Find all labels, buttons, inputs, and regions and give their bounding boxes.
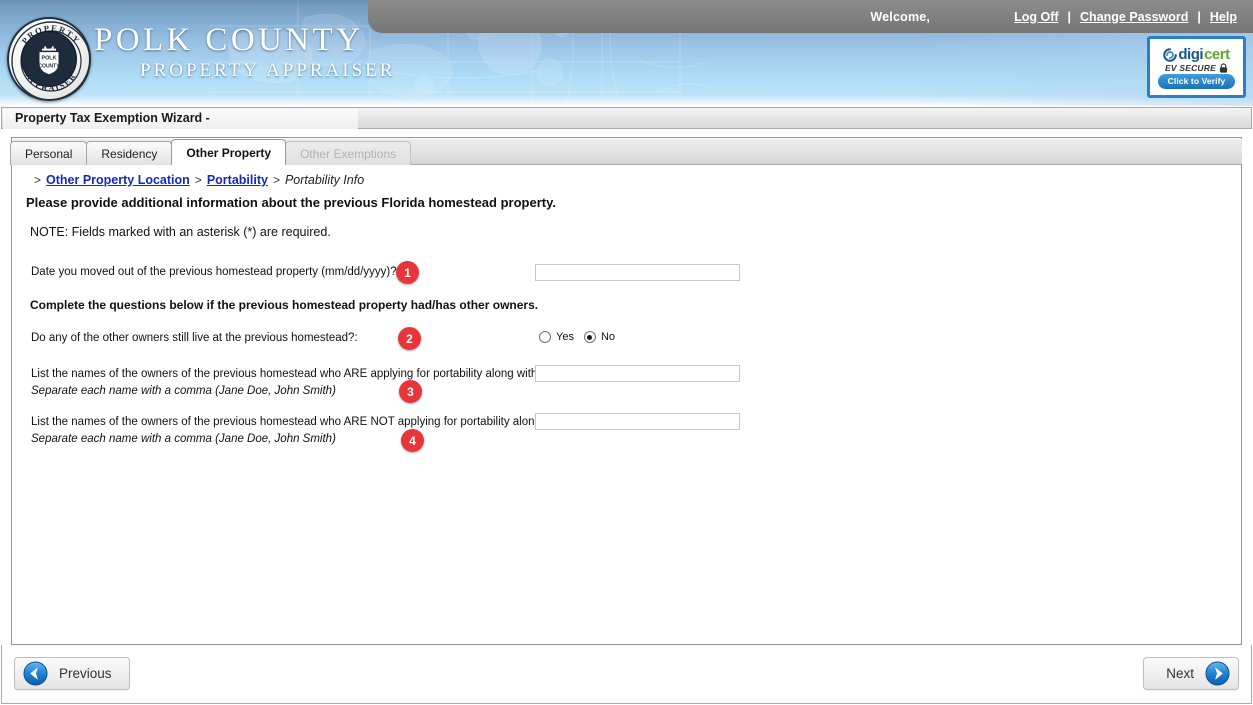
annotation-badge-4: 4 bbox=[401, 429, 424, 452]
tab-other-exemptions: Other Exemptions bbox=[285, 141, 412, 165]
breadcrumb-other-property-location[interactable]: Other Property Location bbox=[46, 173, 190, 187]
move-out-date-input[interactable] bbox=[535, 264, 740, 281]
annotation-badge-1: 1 bbox=[396, 261, 419, 284]
link-separator-1: | bbox=[1067, 9, 1072, 24]
digicert-seal-badge[interactable]: digi cert EV SECURE Click to Verify bbox=[1147, 36, 1246, 98]
svg-text:COUNTY: COUNTY bbox=[38, 64, 60, 70]
owners-applying-hint: Separate each name with a comma (Jane Do… bbox=[31, 385, 336, 397]
wizard-tabs: Personal Residency Other Property Other … bbox=[10, 139, 412, 165]
owners-not-applying-hint: Separate each name with a comma (Jane Do… bbox=[31, 433, 336, 445]
radio-no-label: No bbox=[600, 331, 616, 343]
welcome-text: Welcome, bbox=[870, 9, 931, 24]
digicert-word-cert: cert bbox=[1204, 46, 1230, 63]
required-fields-note: NOTE: Fields marked with an asterisk (*)… bbox=[30, 225, 331, 239]
annotation-badge-3: 3 bbox=[399, 380, 422, 403]
move-out-date-label: Date you moved out of the previous homes… bbox=[31, 266, 408, 278]
breadcrumb-caret-3: > bbox=[272, 173, 280, 187]
top-utility-bar: Welcome, Log Off | Change Password | Hel… bbox=[368, 0, 1253, 33]
owners-not-applying-label: List the names of the owners of the prev… bbox=[31, 416, 590, 428]
brand-wordmark: POLK COUNTY PROPERTY APPRAISER bbox=[94, 21, 395, 83]
lead-instruction: Please provide additional information ab… bbox=[26, 195, 556, 210]
link-separator-2: | bbox=[1197, 9, 1201, 24]
annotation-badge-2: 2 bbox=[398, 327, 421, 350]
digicert-swirl-icon bbox=[1163, 47, 1178, 62]
owners-still-live-yes-option[interactable]: Yes bbox=[539, 331, 574, 343]
breadcrumb-portability[interactable]: Portability bbox=[207, 173, 268, 187]
digicert-verify-button[interactable]: Click to Verify bbox=[1157, 74, 1236, 89]
radio-yes-label: Yes bbox=[556, 331, 574, 343]
arrow-right-circle-icon bbox=[1205, 661, 1230, 686]
owners-applying-label: List the names of the owners of the prev… bbox=[31, 368, 563, 380]
breadcrumb-caret-1: > bbox=[34, 173, 42, 187]
tab-other-property[interactable]: Other Property bbox=[171, 139, 287, 165]
tab-personal[interactable]: Personal bbox=[10, 141, 88, 165]
seal-shield-icon: POLK COUNTY bbox=[38, 45, 60, 76]
owners-still-live-label: Do any of the other owners still live at… bbox=[31, 332, 358, 344]
wizard-title-bar: Property Tax Exemption Wizard - bbox=[1, 107, 1252, 129]
owners-still-live-radio-group: Yes No bbox=[539, 331, 615, 343]
help-link[interactable]: Help bbox=[1208, 10, 1239, 24]
arrow-left-circle-icon bbox=[23, 661, 48, 686]
lock-icon bbox=[1219, 63, 1228, 73]
breadcrumb-portability-info: Portability Info bbox=[284, 173, 365, 187]
wizard-footer: Previous Next bbox=[1, 645, 1252, 704]
previous-button[interactable]: Previous bbox=[14, 657, 130, 690]
svg-text:POLK: POLK bbox=[42, 56, 57, 62]
radio-no[interactable] bbox=[583, 331, 596, 343]
digicert-word-digi: digi bbox=[1178, 46, 1204, 63]
tab-residency[interactable]: Residency bbox=[86, 141, 173, 165]
change-password-link[interactable]: Change Password bbox=[1078, 10, 1190, 24]
owners-applying-input[interactable] bbox=[535, 365, 740, 382]
breadcrumb-caret-2: > bbox=[194, 173, 202, 187]
brand-line-2: PROPERTY APPRAISER bbox=[140, 60, 396, 81]
page-title: Property Tax Exemption Wizard - bbox=[15, 111, 210, 125]
log-off-link[interactable]: Log Off bbox=[1012, 10, 1060, 24]
brand-line-1: POLK COUNTY bbox=[94, 22, 364, 58]
other-owners-subheading: Complete the questions below if the prev… bbox=[30, 298, 539, 312]
breadcrumb: > Other Property Location > Portability … bbox=[34, 173, 364, 187]
digicert-ev-line: EV SECURE bbox=[1165, 63, 1228, 73]
next-button-label: Next bbox=[1166, 666, 1194, 681]
polk-county-seal: PROPERTY APPRAISER POLK COUNTY bbox=[7, 17, 91, 101]
owners-not-applying-input[interactable] bbox=[535, 413, 740, 430]
owners-still-live-no-option[interactable]: No bbox=[583, 331, 616, 343]
next-button[interactable]: Next bbox=[1143, 657, 1239, 690]
radio-yes[interactable] bbox=[539, 331, 551, 343]
digicert-ev-text: EV SECURE bbox=[1165, 63, 1216, 73]
previous-button-label: Previous bbox=[59, 666, 112, 681]
digicert-logo: digi cert bbox=[1163, 46, 1230, 63]
